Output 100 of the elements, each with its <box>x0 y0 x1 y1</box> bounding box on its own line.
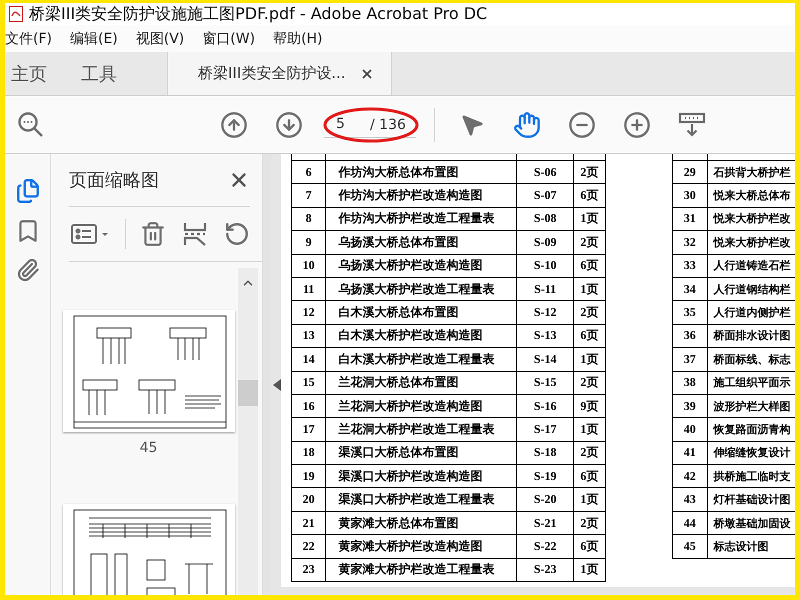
table-cell: 兰花洞大桥总体布置图 <box>338 375 458 390</box>
table-cell: 33 <box>684 258 696 272</box>
table-cell: S-13 <box>534 328 556 342</box>
table-cell: 7 <box>306 188 312 202</box>
table-cell: 1页 <box>580 562 598 576</box>
table-cell: 8 <box>306 211 312 226</box>
menu-item[interactable]: 文件(F) <box>5 30 52 48</box>
table-cell: 施工组织平面示 <box>714 377 791 390</box>
table-cell: 人行道钢结构栏 <box>714 284 791 296</box>
scrollbar[interactable] <box>238 268 258 595</box>
menu-item[interactable]: 帮助(H) <box>273 30 323 48</box>
table-cell: S-08 <box>534 211 556 226</box>
table-cell: 作坊沟大桥护栏改造构造图 <box>338 188 482 202</box>
table-cell: 灯杆基础设计图 <box>714 494 791 506</box>
hand-tool-button[interactable] <box>512 110 542 140</box>
table-cell: 1页 <box>580 352 598 366</box>
table-cell: S-14 <box>534 352 556 366</box>
table-cell: 石拱背大桥护栏 <box>714 166 791 179</box>
table-cell: 人行道铸造石栏 <box>714 260 791 272</box>
scrollbar-thumb[interactable] <box>238 380 258 406</box>
table-cell: 13 <box>302 328 315 342</box>
table-cell: S-09 <box>534 234 556 249</box>
table-cell: 6页 <box>580 258 598 272</box>
table-cell: 桥面标线、标志 <box>714 354 791 366</box>
document-tab[interactable]: 桥梁III类安全防护设... <box>167 52 392 95</box>
table-cell: S-15 <box>534 375 556 390</box>
table-cell: 9 <box>306 234 312 249</box>
table-cell: 黄家滩大桥护栏改造工程量表 <box>338 562 494 576</box>
table-cell: 作坊沟大桥总体布置图 <box>338 164 458 179</box>
table-cell: 31 <box>684 211 696 226</box>
table-cell: 2页 <box>580 375 598 390</box>
table-cell: 19 <box>302 468 315 483</box>
table-cell: S-22 <box>534 538 556 553</box>
table-cell: 30 <box>684 188 696 202</box>
table-cell: 41 <box>684 445 696 460</box>
table-cell: 1页 <box>580 492 598 506</box>
table-cell: 6页 <box>580 328 598 342</box>
zoom-in-button[interactable] <box>622 110 652 140</box>
table-cell: 恢复路面沥青构 <box>714 424 791 436</box>
menu-item[interactable]: 编辑(E) <box>70 30 118 48</box>
table-cell: 11 <box>302 282 314 296</box>
table-cell: 40 <box>684 422 696 436</box>
table-cell: 悦来大桥总体布 <box>714 190 791 202</box>
table-cell: 人行道内侧护栏 <box>714 307 791 320</box>
table-cell: 1页 <box>580 282 598 296</box>
menu-item[interactable]: 视图(V) <box>136 30 184 48</box>
table-cell: 39 <box>684 398 696 413</box>
table-cell: S-21 <box>534 516 556 530</box>
table-cell: 38 <box>684 375 696 390</box>
table-cell: 2页 <box>580 305 598 320</box>
tab[interactable]: 主页 <box>5 52 59 95</box>
table-cell: 白木溪大桥总体布置图 <box>338 305 458 320</box>
table-cell: 21 <box>302 516 315 530</box>
table-cell: 35 <box>684 305 696 320</box>
table-cell: 9页 <box>580 398 598 413</box>
page-total: / 136 <box>370 116 407 132</box>
table-cell: 14 <box>302 352 315 366</box>
drawing-sheet-thumbnail[interactable] <box>62 504 234 595</box>
table-cell: 渠溪口大桥总体布置图 <box>338 445 458 460</box>
table-cell: 标志设计图 <box>714 540 769 553</box>
window-title: 桥梁III类安全防护设施施工图PDF.pdf - Adobe Acrobat Pro DC <box>29 4 488 24</box>
table-cell: 12 <box>302 305 315 320</box>
table-cell: 17 <box>302 422 315 436</box>
table-cell: S-11 <box>534 282 556 296</box>
table-cell: 作坊沟大桥护栏改造工程量表 <box>338 211 494 226</box>
panel-title: 页面缩略图 <box>69 169 159 192</box>
table-cell: 16 <box>302 398 315 413</box>
table-cell: 45 <box>684 538 696 553</box>
table-cell: S-20 <box>534 492 556 506</box>
table-cell: 6页 <box>580 468 598 483</box>
previous-page-button[interactable] <box>219 110 249 140</box>
table-cell: 44 <box>684 516 696 530</box>
zoom-out-button[interactable] <box>567 110 597 140</box>
table-cell: 6页 <box>580 188 598 202</box>
table-cell: 伸缩缝恢复设计 <box>714 447 791 460</box>
table-cell: 2页 <box>580 234 598 249</box>
table-cell: 2页 <box>580 516 598 530</box>
page-number-label: 45 <box>140 440 158 456</box>
table-cell: S-10 <box>534 258 556 272</box>
table-cell: 15 <box>302 375 315 390</box>
table-cell: 渠溪口大桥护栏改造工程量表 <box>338 492 494 506</box>
table-cell: S-12 <box>534 305 556 320</box>
table-cell: S-17 <box>534 422 556 436</box>
table-cell: S-23 <box>534 562 556 576</box>
table-cell: 10 <box>302 258 315 272</box>
table-cell: 桥面排水设计图 <box>714 330 791 342</box>
table-cell: S-16 <box>534 398 556 413</box>
next-page-button[interactable] <box>274 110 304 140</box>
table-cell: 20 <box>302 492 315 506</box>
table-cell: 34 <box>684 282 696 296</box>
menu-item[interactable]: 窗口(W) <box>202 30 256 48</box>
table-cell: 黄家滩大桥护栏改造构造图 <box>338 538 482 553</box>
tab[interactable]: 工具 <box>75 52 129 95</box>
close-icon[interactable] <box>360 66 374 80</box>
collapse-arrow-icon[interactable] <box>273 379 281 391</box>
table-cell: 42 <box>684 468 696 483</box>
table-cell: 22 <box>302 538 315 553</box>
table-cell: 渠溪口大桥护栏改造构造图 <box>338 468 482 483</box>
search-icon[interactable] <box>17 110 45 138</box>
drawing-sheet-thumbnail[interactable] <box>62 310 234 432</box>
